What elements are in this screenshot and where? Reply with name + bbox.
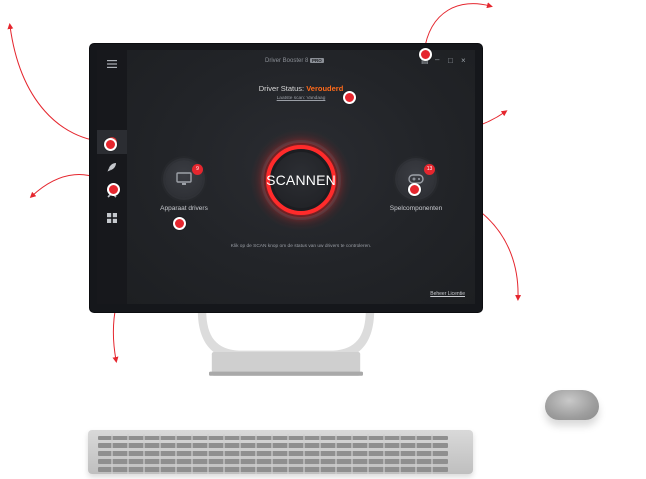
scan-button[interactable]: SCANNEN	[266, 152, 336, 208]
main-panel: Driver Booster 8 PRO ▤ – □ × Driver Stat…	[127, 50, 475, 304]
sidebar	[97, 50, 127, 304]
hamburger-menu-icon[interactable]	[102, 54, 122, 74]
scan-hint: Klik op de SCAN knop om de status van uw…	[230, 244, 372, 249]
manage-license-link[interactable]: Beheer Licentie	[430, 291, 465, 297]
game-components-label: Spelcomponenten	[389, 205, 443, 212]
scan-button-label: SCANNEN	[266, 172, 336, 188]
monitor-stand	[197, 310, 375, 376]
maximize-icon[interactable]: □	[448, 57, 453, 65]
callout-dot-games	[408, 183, 421, 196]
monitor-icon	[176, 172, 192, 185]
close-icon[interactable]: ×	[461, 57, 466, 65]
driver-status-value: Verouderd	[306, 84, 344, 93]
window-title: Driver Booster 8 PRO	[265, 58, 324, 64]
keyboard	[88, 430, 473, 474]
grid-icon	[107, 213, 117, 223]
app-window: Driver Booster 8 PRO ▤ – □ × Driver Stat…	[97, 50, 475, 304]
device-drivers-badge: 9	[192, 164, 203, 175]
sidebar-item-action-center[interactable]	[102, 208, 122, 228]
callout-dot-devices	[173, 217, 186, 230]
driver-status: Driver Status: Verouderd	[127, 84, 475, 93]
callout-dot-tools	[107, 183, 120, 196]
callout-dot-window-controls	[419, 48, 432, 61]
sidebar-item-boost[interactable]	[102, 157, 122, 177]
driver-status-label: Driver Status:	[258, 84, 305, 93]
game-components-badge: 13	[424, 164, 435, 175]
minimize-icon[interactable]: –	[435, 56, 439, 64]
callout-dot-status	[343, 91, 356, 104]
keyboard-keys	[98, 434, 448, 474]
last-scan-link[interactable]: Laatste scan: Vandaag	[127, 96, 475, 101]
callout-dot-sidebar	[104, 138, 117, 151]
edition-badge: PRO	[310, 58, 324, 63]
rocket-icon	[107, 163, 116, 172]
app-title: Driver Booster 8	[265, 58, 309, 64]
mouse	[545, 390, 599, 420]
device-drivers-label: Apparaat drivers	[160, 205, 208, 212]
